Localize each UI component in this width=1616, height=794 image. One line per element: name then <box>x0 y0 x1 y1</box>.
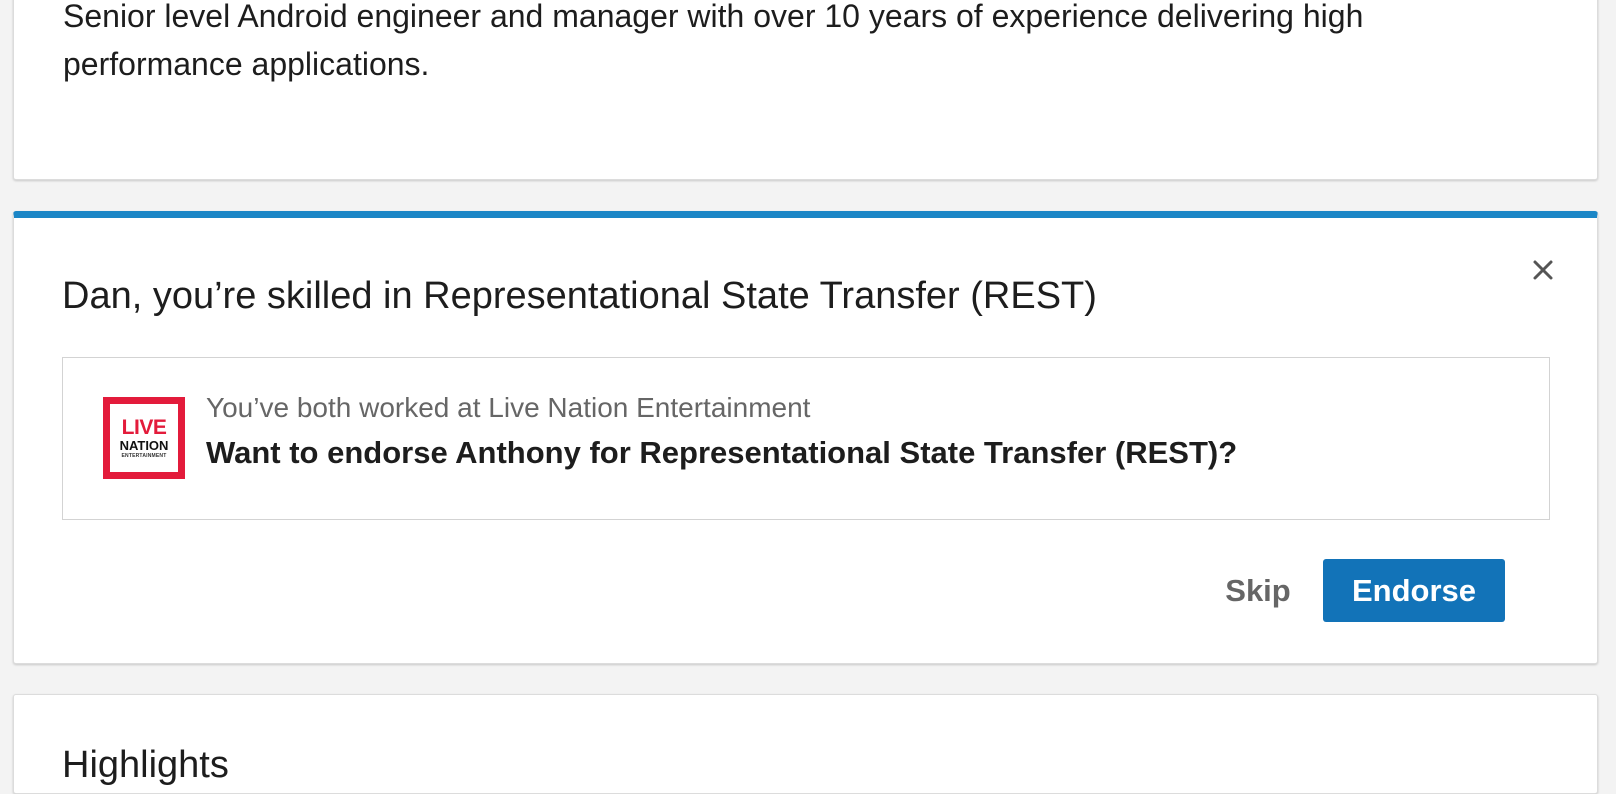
endorse-question: Want to endorse Anthony for Representati… <box>206 435 1238 470</box>
skip-button[interactable]: Skip <box>1208 560 1308 622</box>
shared-workplace-text: You’ve both worked at Live Nation Entert… <box>206 392 811 423</box>
about-summary: Senior level Android engineer and manage… <box>63 0 1364 82</box>
highlights-title: Highlights <box>62 744 229 786</box>
live-nation-logo: LIVE NATION ENTERTAINMENT <box>103 397 185 479</box>
close-icon <box>1533 260 1553 280</box>
endorsement-context-box: LIVE NATION ENTERTAINMENT You’ve both wo… <box>62 357 1550 520</box>
dismiss-button[interactable] <box>1527 254 1559 286</box>
highlights-card: Highlights <box>13 694 1598 794</box>
logo-text-nation: NATION <box>119 438 169 453</box>
about-card: Senior level Android engineer and manage… <box>13 0 1598 180</box>
endorsement-title: Dan, you’re skilled in Representational … <box>62 275 1097 317</box>
logo-text-entertainment: ENTERTAINMENT <box>121 453 167 459</box>
company-logo-mark: LIVE NATION ENTERTAINMENT <box>110 404 178 472</box>
endorse-button[interactable]: Endorse <box>1323 559 1505 622</box>
logo-text-live: LIVE <box>121 416 167 439</box>
skill-endorsement-card: Dan, you’re skilled in Representational … <box>13 211 1598 664</box>
